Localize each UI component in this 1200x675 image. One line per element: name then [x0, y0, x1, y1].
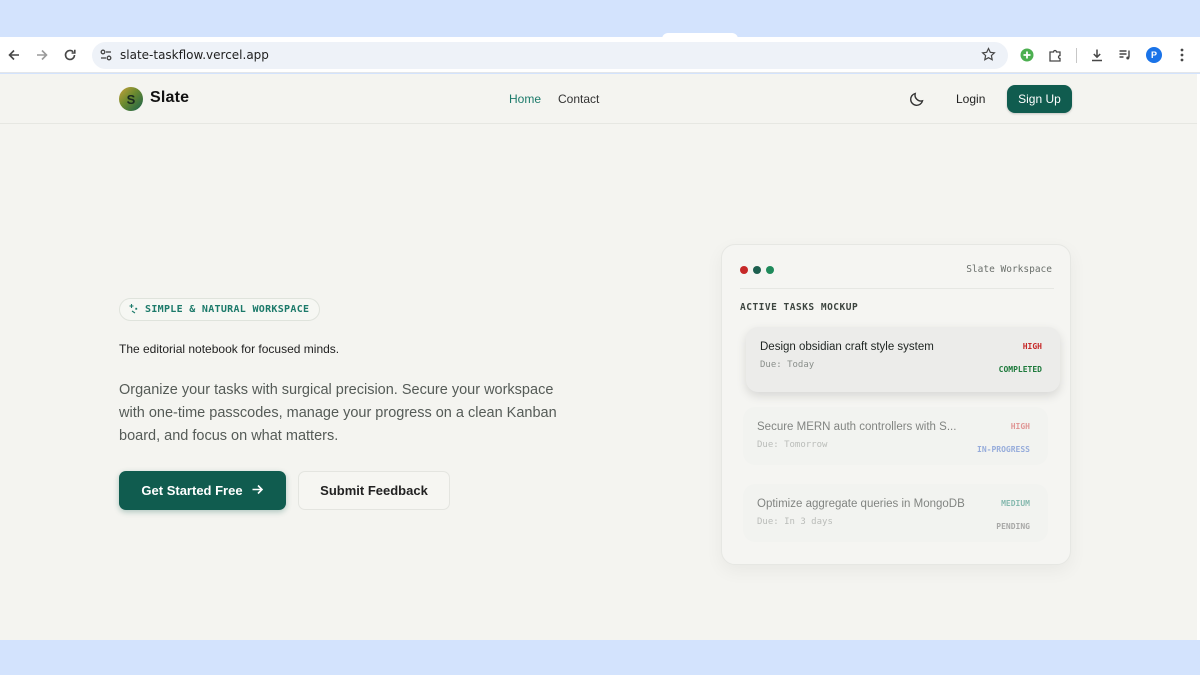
- task-card[interactable]: Optimize aggregate queries in MongoDB Du…: [743, 484, 1048, 542]
- page-viewport: S Slate Home Contact Login Sign Up SIMPL…: [0, 74, 1197, 640]
- task-status-badge: PENDING: [996, 522, 1030, 531]
- login-link[interactable]: Login: [956, 92, 985, 106]
- nav-link-home[interactable]: Home: [509, 92, 541, 106]
- tasks-mockup-card: Slate Workspace ACTIVE TASKS MOCKUP Desi…: [721, 244, 1071, 565]
- signup-button[interactable]: Sign Up: [1007, 85, 1072, 113]
- task-status-badge: COMPLETED: [998, 365, 1042, 374]
- task-status-badge: IN-PROGRESS: [977, 445, 1030, 454]
- window-dot-green: [766, 266, 774, 274]
- hero-description: Organize your tasks with surgical precis…: [119, 382, 557, 444]
- arrow-right-icon: [251, 483, 264, 499]
- site-settings-icon[interactable]: [99, 48, 113, 67]
- task-due: Due: Today: [760, 360, 815, 370]
- mockup-divider: [740, 288, 1054, 289]
- hero-tagline: The editorial notebook for focused minds…: [119, 342, 340, 356]
- extensions-puzzle-icon[interactable]: [1045, 45, 1065, 65]
- brand-name[interactable]: Slate: [150, 89, 189, 107]
- theme-toggle-moon-icon[interactable]: [909, 91, 925, 112]
- get-started-label: Get Started Free: [141, 483, 243, 498]
- forward-icon[interactable]: [32, 45, 52, 65]
- url-text: slate-taskflow.vercel.app: [120, 48, 269, 62]
- media-controls-icon[interactable]: [1115, 45, 1135, 65]
- workspace-label: Slate Workspace: [966, 264, 1052, 275]
- task-priority-badge: MEDIUM: [1001, 499, 1030, 508]
- sparkle-icon: [128, 301, 139, 319]
- reload-icon[interactable]: [60, 45, 80, 65]
- browser-toolbar: slate-taskflow.vercel.app P: [0, 37, 1200, 73]
- site-navbar: S Slate Home Contact Login Sign Up: [0, 74, 1197, 124]
- window-dot-dark-green: [753, 266, 761, 274]
- logo-icon[interactable]: S: [119, 87, 143, 111]
- bookmark-star-icon[interactable]: [981, 47, 996, 67]
- browser-menu-icon[interactable]: [1172, 45, 1192, 65]
- profile-avatar[interactable]: P: [1146, 47, 1162, 63]
- hero-badge: SIMPLE & NATURAL WORKSPACE: [119, 298, 321, 321]
- download-icon[interactable]: [1087, 45, 1107, 65]
- task-due: Due: In 3 days: [757, 517, 833, 527]
- hero-badge-text: SIMPLE & NATURAL WORKSPACE: [145, 304, 310, 315]
- active-tasks-title: ACTIVE TASKS MOCKUP: [740, 302, 859, 313]
- toolbar-divider: [1076, 48, 1077, 63]
- task-title: Optimize aggregate queries in MongoDB: [757, 498, 965, 510]
- submit-feedback-button[interactable]: Submit Feedback: [298, 471, 450, 510]
- task-title: Design obsidian craft style system: [760, 341, 934, 353]
- nav-link-contact[interactable]: Contact: [558, 92, 599, 106]
- task-card[interactable]: Secure MERN auth controllers with S... D…: [743, 407, 1048, 465]
- address-bar[interactable]: slate-taskflow.vercel.app: [92, 42, 1008, 69]
- task-due: Due: Tomorrow: [757, 440, 828, 450]
- get-started-button[interactable]: Get Started Free: [119, 471, 286, 510]
- task-title: Secure MERN auth controllers with S...: [757, 421, 957, 433]
- task-priority-badge: HIGH: [1022, 342, 1042, 351]
- extension-green-icon[interactable]: [1017, 45, 1037, 65]
- task-priority-badge: HIGH: [1010, 422, 1030, 431]
- back-icon[interactable]: [4, 45, 24, 65]
- window-dot-red: [740, 266, 748, 274]
- task-card[interactable]: Design obsidian craft style system Due: …: [746, 327, 1060, 392]
